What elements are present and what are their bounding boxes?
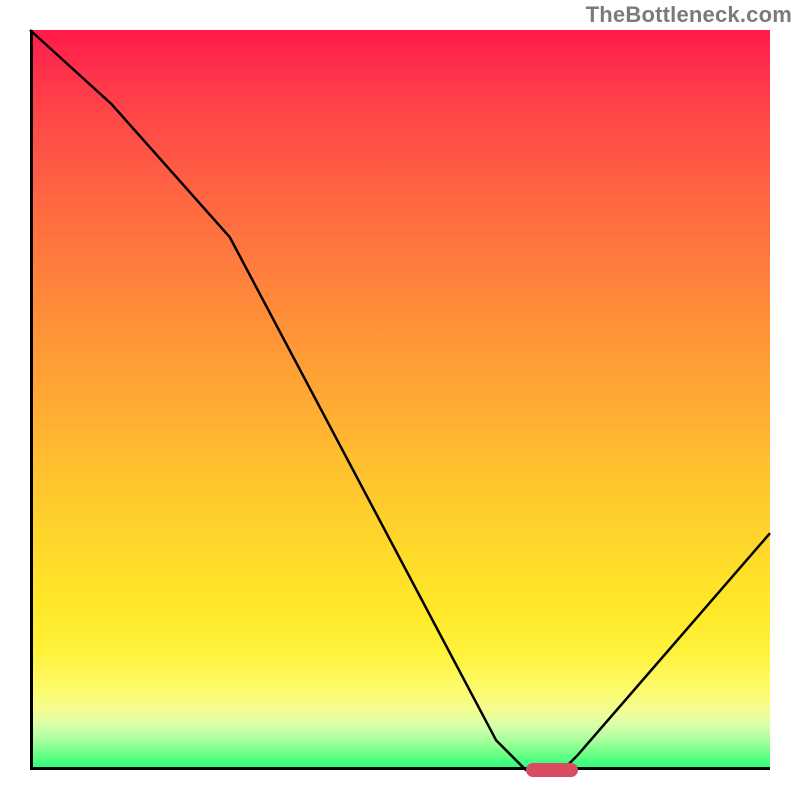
watermark-text: TheBottleneck.com: [586, 2, 792, 28]
bottleneck-chart: TheBottleneck.com: [0, 0, 800, 800]
y-axis: [30, 30, 33, 770]
x-axis: [30, 767, 770, 770]
plot-area: [30, 30, 770, 770]
optimum-marker: [526, 763, 578, 777]
bottleneck-curve: [30, 30, 770, 770]
